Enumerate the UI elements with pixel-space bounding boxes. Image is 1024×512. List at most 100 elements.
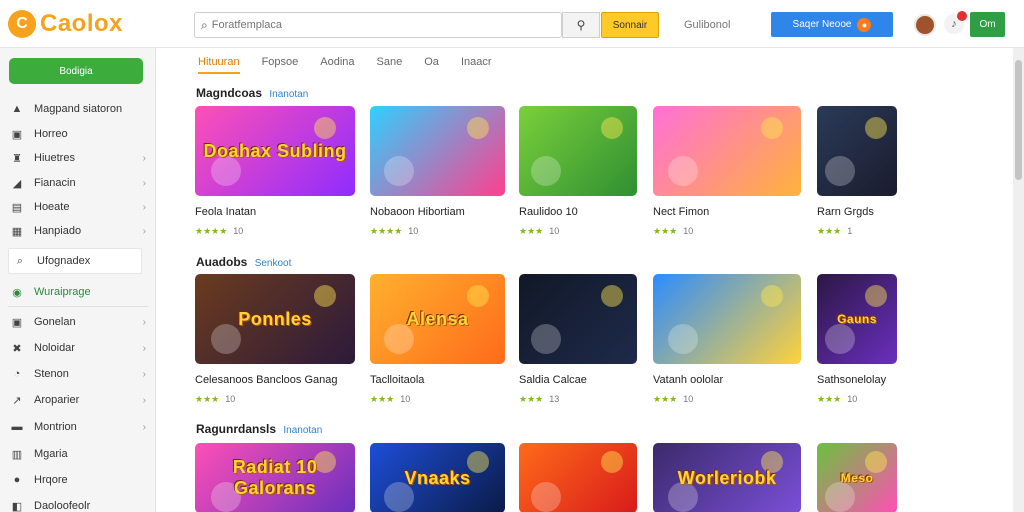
home-icon: ▣ [11, 128, 23, 141]
logo[interactable]: C Caolox [8, 10, 123, 38]
globe-icon: ◉ [12, 286, 22, 299]
game-card[interactable]: Saldia Calcae ★★★ 13 [519, 274, 637, 405]
scrollbar[interactable] [1013, 48, 1024, 512]
game-card[interactable]: Vnaaks [370, 443, 505, 512]
sidebar-item-label: Noloidar [34, 342, 75, 354]
game-title[interactable]: Rarn Grgds [817, 206, 897, 218]
game-thumbnail[interactable]: Doahax Subling [195, 106, 355, 196]
game-card[interactable]: Raulidoo 10 ★★★ 10 [519, 106, 637, 237]
game-title[interactable]: Feola Inatan [195, 206, 355, 218]
notification-button[interactable]: ♪ [944, 11, 967, 34]
game-title[interactable]: Saldia Calcae [519, 374, 637, 386]
tab-5[interactable]: Inaacr [461, 56, 492, 74]
search-icon: ⌕ [201, 17, 208, 32]
game-card[interactable] [519, 443, 637, 512]
game-title[interactable]: Vatanh oololar [653, 374, 801, 386]
sidebar-item-4[interactable]: ▤ Hoeate › [0, 196, 156, 218]
sidebar-item-5[interactable]: ▦ Hanpiado › [0, 220, 156, 242]
search-button[interactable]: ⚲ [562, 12, 600, 38]
game-thumbnail[interactable]: Meso [817, 443, 897, 512]
game-card[interactable]: Radiat 10 Galorans [195, 443, 355, 512]
game-title[interactable]: Nobaoon Hibortiam [370, 206, 505, 218]
chevron-right-icon: › [142, 201, 146, 213]
thumbnail-decoration [761, 284, 784, 307]
game-thumbnail[interactable] [817, 106, 897, 196]
game-thumbnail[interactable]: Ponnles [195, 274, 355, 364]
search-input[interactable] [211, 19, 542, 31]
game-card[interactable]: Vatanh oololar ★★★ 10 [653, 274, 801, 405]
sidebar-search[interactable]: ⌕ Ufognadex [8, 248, 142, 274]
rating-count: 10 [225, 394, 236, 404]
sidebar-item-6[interactable]: ◉ Wuraiprage [0, 281, 156, 303]
sidebar-item-14[interactable]: ◧ Daoloofeolr [0, 495, 156, 512]
game-thumbnail[interactable]: Radiat 10 Galorans [195, 443, 355, 512]
game-rating: ★★★ 10 [653, 226, 801, 237]
game-title[interactable]: Celesanoos Bancloos Ganag [195, 374, 355, 386]
sidebar-item-11[interactable]: ▬ Montrion › [0, 416, 156, 438]
thumbnail-decoration [865, 116, 888, 139]
sidebar-item-label: Gonelan [34, 316, 76, 328]
thumbnail-decoration [825, 155, 855, 186]
sidebar-primary-button[interactable]: Bodigia [9, 58, 143, 84]
game-thumbnail[interactable]: Vnaaks [370, 443, 505, 512]
tab-3[interactable]: Sane [377, 56, 403, 74]
thumbnail-decoration [466, 284, 489, 307]
game-title[interactable]: Nect Fimon [653, 206, 801, 218]
game-card[interactable]: Nobaoon Hibortiam ★★★★ 10 [370, 106, 505, 237]
star-icon: ▲ [11, 103, 23, 115]
clipboard-icon: ▦ [11, 225, 23, 238]
game-card[interactable]: Rarn Grgds ★★★ 1 [817, 106, 897, 237]
sidebar-item-1[interactable]: ▣ Horreo [0, 123, 156, 145]
sidebar-item-label: Hrqore [34, 474, 68, 486]
sidebar-item-8[interactable]: ✖ Noloidar › [0, 337, 156, 359]
game-card[interactable]: Nect Fimon ★★★ 10 [653, 106, 801, 237]
game-card[interactable]: Ponnles Celesanoos Bancloos Ganag ★★★ 10 [195, 274, 355, 405]
rating-count: 10 [847, 394, 858, 404]
sidebar-item-12[interactable]: ▥ Mgaria [0, 443, 156, 465]
game-thumbnail[interactable] [653, 274, 801, 364]
go-button[interactable]: Om [970, 12, 1005, 37]
sign-in-button[interactable]: Saqer Neooe ● [771, 12, 893, 37]
sidebar-item-label: Daoloofeolr [34, 500, 91, 512]
sidebar-item-10[interactable]: ↗ Aroparier › [0, 389, 156, 411]
game-card[interactable]: Doahax Subling Feola Inatan ★★★★ 10 [195, 106, 355, 237]
game-thumbnail[interactable]: Alensa [370, 274, 505, 364]
thumbnail-decoration [825, 323, 855, 354]
game-title[interactable]: Sathsonelolay [817, 374, 897, 386]
game-thumbnail[interactable]: Worleriobk [653, 443, 801, 512]
game-thumbnail[interactable] [519, 106, 637, 196]
top-link[interactable]: Gulibonol [684, 19, 730, 31]
game-card[interactable]: Worleriobk [653, 443, 801, 512]
game-title[interactable]: Raulidoo 10 [519, 206, 637, 218]
sidebar-item-13[interactable]: ● Hrqore [0, 469, 156, 491]
sidebar-item-7[interactable]: ▣ Gonelan › [0, 311, 156, 333]
game-title[interactable]: Taclloitaola [370, 374, 505, 386]
rating-stars-icon: ★★★ [370, 394, 395, 404]
tab-1[interactable]: Fopsoe [262, 56, 299, 74]
sidebar-item-2[interactable]: ♜ Hiuetres › [0, 147, 156, 169]
section-link[interactable]: Senkoot [255, 258, 292, 269]
chevron-right-icon: › [142, 316, 146, 328]
game-card[interactable]: Alensa Taclloitaola ★★★ 10 [370, 274, 505, 405]
tab-0[interactable]: Hituuran [198, 56, 240, 74]
scrollbar-thumb[interactable] [1015, 60, 1022, 180]
game-thumbnail[interactable] [370, 106, 505, 196]
sidebar-item-9[interactable]: ◔ Stenon › [0, 363, 156, 385]
game-thumbnail[interactable] [519, 274, 637, 364]
tab-4[interactable]: Oa [424, 56, 439, 74]
thumbnail-decoration [825, 481, 855, 512]
game-thumbnail[interactable] [519, 443, 637, 512]
submit-button[interactable]: Sonnair [601, 12, 659, 38]
sidebar-item-3[interactable]: ◢ Fianacin › [0, 172, 156, 194]
tab-2[interactable]: Aodina [320, 56, 354, 74]
sidebar-item-0[interactable]: ▲ Magpand siatoron [0, 98, 156, 120]
game-thumbnail[interactable] [653, 106, 801, 196]
game-card[interactable]: Meso [817, 443, 897, 512]
game-thumbnail[interactable]: Gauns [817, 274, 897, 364]
section-title: Auadobs Senkoot [196, 255, 291, 269]
thumbnail-decoration [466, 116, 489, 139]
avatar[interactable] [914, 14, 936, 36]
section-link[interactable]: Inanotan [283, 425, 322, 436]
game-card[interactable]: Gauns Sathsonelolay ★★★ 10 [817, 274, 897, 405]
section-link[interactable]: Inanotan [269, 89, 308, 100]
